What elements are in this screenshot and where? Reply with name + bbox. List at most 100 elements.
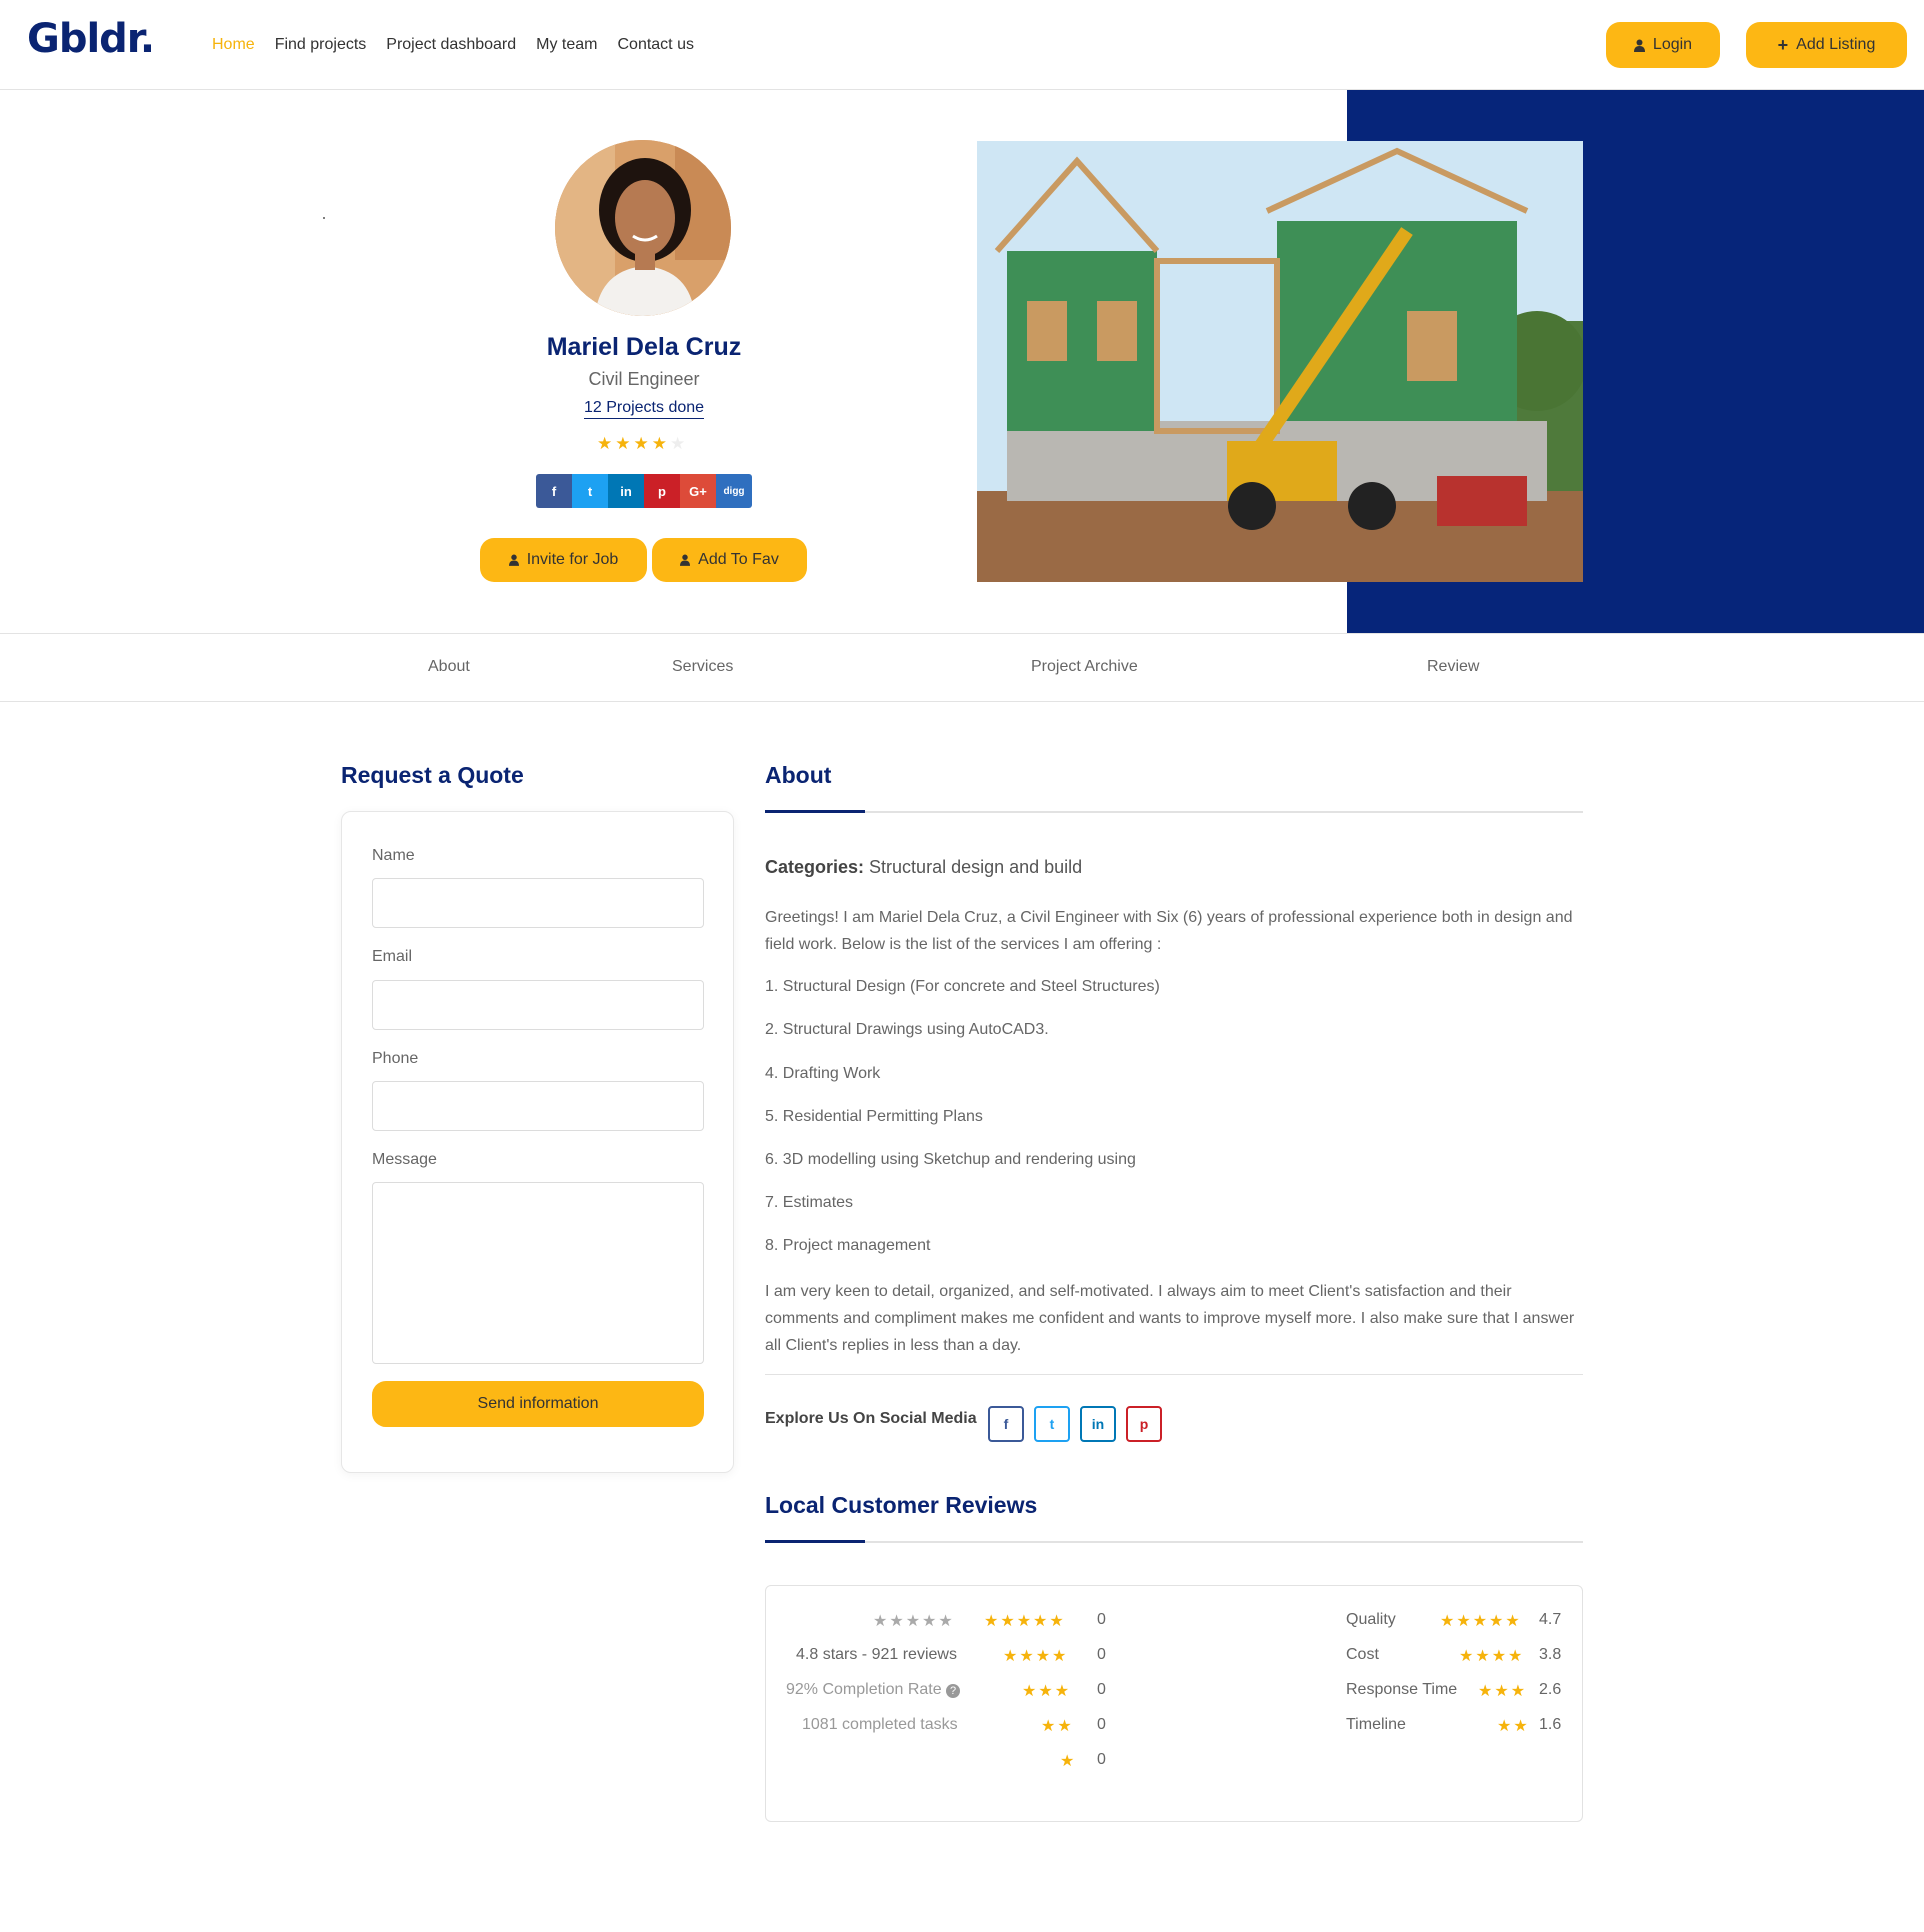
twitter-icon[interactable]: t (572, 474, 608, 508)
criteria-timeline-stars: ★★ (1497, 1718, 1530, 1735)
distribution-4-count: 0 (1097, 1646, 1106, 1663)
criteria-cost-stars: ★★★★ (1459, 1648, 1525, 1665)
star-empty-icon: ★ (670, 434, 686, 453)
reviews-summary: 4.8 stars - 921 reviews (796, 1646, 957, 1663)
name-label: Name (372, 847, 415, 864)
login-label: Login (1652, 36, 1693, 53)
tab-review[interactable]: Review (1427, 658, 1479, 676)
service-item: 8. Project management (765, 1237, 931, 1254)
phone-label: Phone (372, 1050, 419, 1067)
star-icon: ★ (615, 434, 631, 453)
linkedin-icon[interactable]: in (608, 474, 644, 508)
send-information-button[interactable]: Send information (372, 1381, 704, 1427)
criteria-quality-label: Quality (1346, 1611, 1396, 1628)
message-textarea[interactable] (372, 1182, 704, 1364)
nav-project-dashboard[interactable]: Project dashboard (386, 36, 516, 54)
nav-my-team[interactable]: My team (536, 36, 597, 54)
quote-form: Name Email Phone Message Send informatio… (341, 811, 734, 1473)
about-divider (765, 811, 1583, 813)
reviews-card: ★★★★★ 4.8 stars - 921 reviews 92% Comple… (765, 1585, 1583, 1822)
star-icon: ★ (651, 434, 667, 453)
service-item: 1. Structural Design (For concrete and S… (765, 978, 1160, 995)
login-button[interactable]: Login (1606, 22, 1720, 68)
decor-dot (323, 217, 325, 219)
completion-rate: 92% Completion Rate ? (786, 1681, 961, 1699)
tab-about[interactable]: About (428, 658, 470, 676)
add-to-fav-button[interactable]: Add To Fav (652, 538, 807, 582)
criteria-cost-label: Cost (1346, 1646, 1379, 1663)
categories: Categories: Structural design and build (765, 857, 1082, 878)
quote-title: Request a Quote (341, 762, 524, 788)
site-logo[interactable]: Gbldr. (27, 16, 155, 62)
reviews-divider (765, 1541, 1583, 1543)
completion-rate-label: 92% Completion Rate (786, 1681, 942, 1698)
nav-home[interactable]: Home (212, 36, 255, 54)
service-item: 6. 3D modelling using Sketchup and rende… (765, 1151, 1136, 1168)
email-label: Email (372, 948, 413, 965)
categories-value: Structural design and build (869, 857, 1083, 877)
criteria-response-value: 2.6 (1539, 1681, 1562, 1698)
fav-label: Add To Fav (698, 551, 779, 568)
distribution-3-count: 0 (1097, 1681, 1106, 1698)
digg-icon[interactable]: digg (716, 474, 752, 508)
about-closing: I am very keen to detail, organized, and… (765, 1283, 1575, 1354)
top-header: Gbldr. Home Find projects Project dashbo… (0, 0, 1924, 90)
google-plus-icon[interactable]: G+ (680, 474, 716, 508)
projects-done-label: 12 Projects done (583, 399, 705, 419)
message-label: Message (372, 1151, 437, 1168)
invite-label: Invite for Job (526, 551, 619, 568)
completed-tasks: 1081 completed tasks (802, 1716, 958, 1733)
pinterest-icon[interactable]: p (1126, 1406, 1162, 1442)
linkedin-icon[interactable]: in (1080, 1406, 1116, 1442)
service-item: 5. Residential Permitting Plans (765, 1108, 983, 1125)
about-intro: Greetings! I am Mariel Dela Cruz, a Civi… (765, 909, 1573, 953)
phone-input[interactable] (372, 1081, 704, 1131)
reviews-title-underline (765, 1540, 865, 1543)
criteria-response-label: Response Time (1346, 1681, 1458, 1698)
criteria-timeline-value: 1.6 (1539, 1716, 1562, 1733)
invite-for-job-button[interactable]: Invite for Job (480, 538, 647, 582)
service-item: 7. Estimates (765, 1194, 854, 1211)
add-listing-button[interactable]: + Add Listing (1746, 22, 1907, 68)
name-input[interactable] (372, 878, 704, 928)
service-item: 2. Structural Drawings using AutoCAD3. (765, 1021, 1049, 1038)
tab-services[interactable]: Services (672, 658, 733, 676)
distribution-1-count: 0 (1097, 1751, 1106, 1768)
user-icon (680, 554, 691, 566)
email-input[interactable] (372, 980, 704, 1030)
criteria-timeline-label: Timeline (1346, 1716, 1406, 1733)
main-nav: Home Find projects Project dashboard My … (212, 36, 694, 54)
distribution-3-stars: ★★★ (1022, 1683, 1072, 1700)
about-title-underline (765, 810, 865, 813)
twitter-icon[interactable]: t (1034, 1406, 1070, 1442)
distribution-4-stars: ★★★★ (1003, 1648, 1069, 1665)
profile-social-bar: f t in p G+ digg (536, 474, 752, 508)
facebook-icon[interactable]: f (536, 474, 572, 508)
user-icon (508, 554, 519, 566)
service-item: 4. Drafting Work (765, 1065, 881, 1082)
tab-project-archive[interactable]: Project Archive (1031, 658, 1138, 676)
reviews-title: Local Customer Reviews (765, 1492, 1038, 1518)
star-icon: ★ (597, 434, 613, 453)
criteria-response-stars: ★★★ (1478, 1683, 1528, 1700)
distribution-5-stars: ★★★★★ (984, 1613, 1066, 1630)
about-bottom-divider (765, 1374, 1583, 1375)
help-icon[interactable]: ? (946, 1684, 961, 1698)
explore-social-label: Explore Us On Social Media (765, 1410, 977, 1427)
about-title: About (765, 762, 832, 788)
profile-avatar (555, 140, 731, 316)
distribution-1-stars: ★ (1060, 1753, 1077, 1770)
plus-icon: + (1777, 34, 1789, 55)
criteria-quality-stars: ★★★★★ (1440, 1613, 1522, 1630)
add-listing-label: Add Listing (1796, 36, 1876, 53)
user-icon (1633, 39, 1645, 52)
nav-find-projects[interactable]: Find projects (275, 36, 367, 54)
categories-label: Categories: (765, 857, 865, 877)
profile-tabs: About Services Project Archive Review (0, 633, 1924, 702)
distribution-2-count: 0 (1097, 1716, 1106, 1733)
nav-contact-us[interactable]: Contact us (617, 36, 693, 54)
distribution-2-stars: ★★ (1041, 1718, 1074, 1735)
facebook-icon[interactable]: f (988, 1406, 1024, 1442)
project-photo (977, 141, 1583, 582)
pinterest-icon[interactable]: p (644, 474, 680, 508)
